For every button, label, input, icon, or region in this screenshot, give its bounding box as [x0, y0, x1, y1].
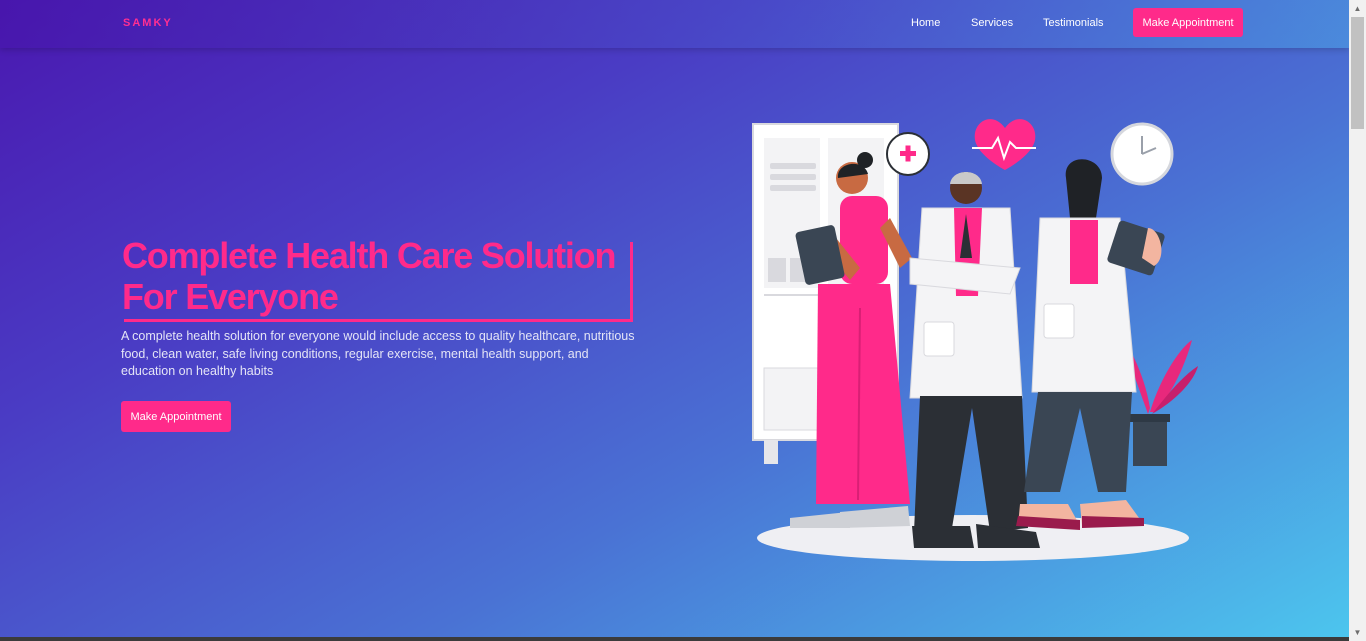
- nav-link-testimonials[interactable]: Testimonials: [1043, 17, 1104, 29]
- nav-link-home[interactable]: Home: [911, 17, 940, 29]
- brand-logo[interactable]: SAMKY: [123, 17, 173, 29]
- navbar: SAMKY Home Services Testimonials Make Ap…: [0, 0, 1349, 48]
- nav-appointment-button[interactable]: Make Appointment: [1133, 8, 1243, 37]
- doctors-illustration: [752, 119, 1198, 561]
- scrollbar-thumb[interactable]: [1351, 17, 1364, 129]
- hero-description: A complete health solution for everyone …: [121, 329, 635, 378]
- plus-icon: [886, 132, 930, 176]
- clock-icon: [1110, 122, 1174, 186]
- hero-title: Complete Health Care Solution For Everyo…: [122, 235, 632, 317]
- hero-appointment-button[interactable]: Make Appointment: [121, 401, 231, 432]
- bottom-edge-bar: [0, 637, 1349, 641]
- title-accent-vertical: [630, 242, 633, 322]
- hero-page: SAMKY Home Services Testimonials Make Ap…: [0, 0, 1349, 641]
- hero-title-line1: Complete Health Care Solution: [122, 235, 616, 276]
- title-accent-underline: [124, 319, 633, 322]
- scroll-down-icon[interactable]: ▼: [1352, 627, 1363, 638]
- scroll-up-icon[interactable]: ▲: [1352, 3, 1363, 14]
- hero-title-line2: For Everyone: [122, 276, 339, 317]
- heart-pulse-icon: [972, 119, 1036, 170]
- nav-link-services[interactable]: Services: [971, 17, 1013, 29]
